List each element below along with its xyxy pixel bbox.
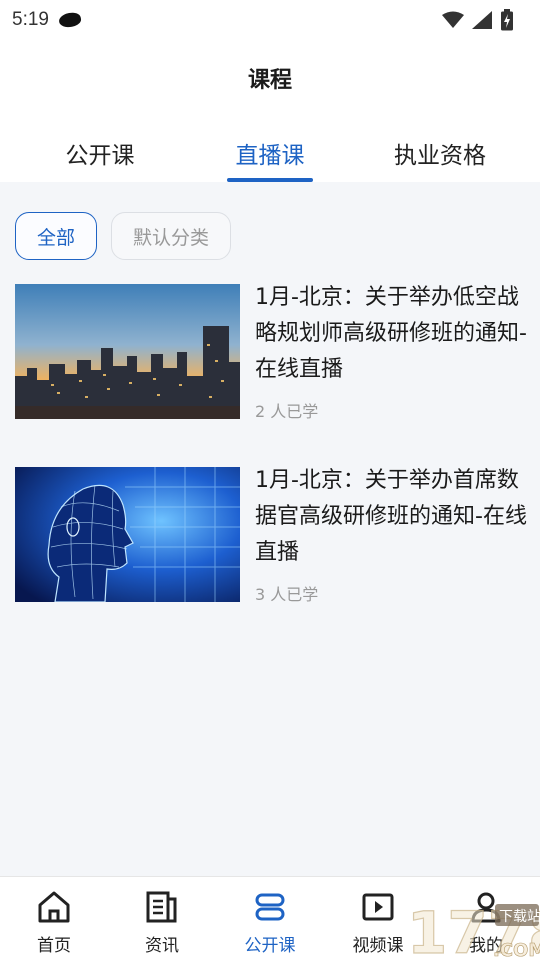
course-title: 1月-北京：关于举办首席数据官高级研修班的通知-在线直播 (255, 468, 527, 565)
tab-live-course[interactable]: 直播课 (185, 136, 355, 182)
course-card[interactable]: 1月-北京：关于举办低空战略规划师高级研修班的通知-在线直播 2 人已学 (0, 284, 540, 467)
news-icon (145, 889, 179, 925)
filter-default-category[interactable]: 默认分类 (111, 212, 232, 260)
video-course-icon (361, 889, 395, 925)
learner-count: 2 人已学 (255, 402, 319, 421)
nav-video-course[interactable]: 视频课 (324, 877, 432, 960)
filter-label: 默认分类 (133, 226, 210, 249)
nav-label: 首页 (37, 936, 71, 956)
course-thumbnail-city-skyline (15, 284, 240, 419)
nav-label: 资讯 (145, 936, 179, 956)
page-title: 课程 (247, 68, 292, 93)
notification-icon (57, 10, 83, 30)
open-course-icon (253, 889, 287, 925)
filter-label: 全部 (37, 226, 76, 249)
nav-label: 我的 (469, 936, 503, 956)
active-tab-indicator (227, 178, 313, 182)
status-bar: 5:19 (0, 0, 540, 40)
nav-label: 公开课 (244, 936, 296, 956)
home-icon (37, 889, 71, 925)
course-card[interactable]: 1月-北京：关于举办首席数据官高级研修班的通知-在线直播 3 人已学 (0, 467, 540, 650)
nav-home[interactable]: 首页 (0, 877, 108, 960)
bottom-navigation: 首页 资讯 公开课 视频课 我的 (0, 876, 540, 960)
tab-label: 执业资格 (394, 143, 486, 169)
user-icon (469, 889, 503, 925)
signal-icon (472, 11, 492, 29)
nav-news[interactable]: 资讯 (108, 877, 216, 960)
nav-label: 视频课 (352, 936, 404, 956)
battery-charging-icon (501, 9, 513, 31)
tab-label: 公开课 (65, 143, 135, 169)
status-time: 5:19 (12, 9, 49, 30)
wifi-icon (442, 11, 464, 28)
filter-all[interactable]: 全部 (15, 212, 98, 260)
learner-count: 3 人已学 (255, 585, 319, 604)
tab-label: 直播课 (235, 143, 305, 169)
tab-open-course[interactable]: 公开课 (15, 136, 185, 182)
course-title: 1月-北京：关于举办低空战略规划师高级研修班的通知-在线直播 (255, 285, 527, 382)
course-thumbnail-digital-head (15, 467, 240, 602)
page-header: 课程 公开课 直播课 执业资格 (0, 40, 540, 182)
category-filters: 全部 默认分类 (15, 212, 232, 260)
course-tabs: 公开课 直播课 执业资格 (0, 136, 540, 182)
course-list: 1月-北京：关于举办低空战略规划师高级研修班的通知-在线直播 2 人已学 1月-… (0, 284, 540, 650)
nav-open-course[interactable]: 公开课 (216, 877, 324, 960)
tab-qualification[interactable]: 执业资格 (355, 136, 525, 182)
nav-profile[interactable]: 我的 (432, 877, 540, 960)
